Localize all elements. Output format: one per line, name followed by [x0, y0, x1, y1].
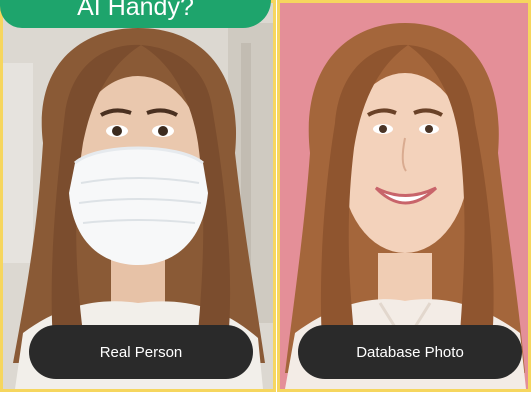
- comparison-view: Real Person Database Photo AI Handy?: [0, 0, 531, 394]
- title-banner: AI Handy?: [0, 0, 271, 28]
- database-photo-label: Database Photo: [298, 325, 522, 379]
- database-photo-panel: Database Photo: [277, 0, 531, 392]
- banner-title: AI Handy?: [77, 0, 194, 21]
- real-person-label: Real Person: [29, 325, 253, 379]
- real-person-panel: Real Person: [0, 0, 276, 392]
